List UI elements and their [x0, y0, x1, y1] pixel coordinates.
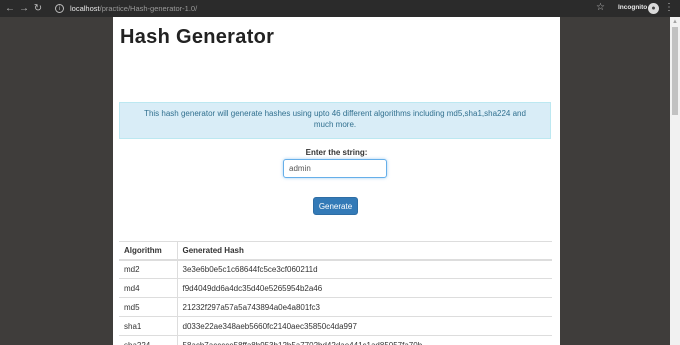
table-row: md5 21232f297a57a5a743894a0e4a801fc3: [119, 297, 552, 317]
scrollbar-thumb[interactable]: [672, 27, 678, 115]
algorithm-cell: md5: [119, 297, 178, 317]
algorithm-cell: sha1: [119, 316, 178, 336]
generate-button[interactable]: Generate: [313, 197, 358, 215]
address-bar[interactable]: i localhost/practice/Hash-generator-1.0/: [55, 2, 595, 15]
info-icon[interactable]: i: [55, 4, 64, 13]
hash-cell: 21232f297a57a5a743894a0e4a801fc3: [177, 297, 552, 317]
string-input[interactable]: admin: [283, 159, 387, 178]
url-path: /practice/Hash-generator-1.0/: [99, 4, 198, 13]
algorithm-cell: md2: [119, 259, 178, 279]
table-header-row: Algorithm Generated Hash: [119, 241, 552, 261]
header-algorithm: Algorithm: [119, 241, 178, 261]
bookmark-star-icon[interactable]: ☆: [596, 2, 605, 13]
algorithm-cell: sha224: [119, 335, 178, 345]
forward-icon[interactable]: →: [17, 0, 31, 17]
table-row: md4 f9d4049dd6a4dc35d40e5265954b2a46: [119, 278, 552, 298]
page-container: Hash Generator This hash generator will …: [113, 17, 560, 345]
hash-cell: 58acb7acccce58ffa8b953b12b5a7702bd42dae4…: [177, 335, 552, 345]
page-title: Hash Generator: [120, 26, 275, 48]
algorithm-cell: md4: [119, 278, 178, 298]
input-label: Enter the string:: [305, 148, 368, 157]
incognito-label: Incognito: [618, 4, 648, 11]
hash-cell: 3e3e6b0e5c1c68644fc5ce3cf060211d: [177, 259, 552, 279]
url-host: localhost: [70, 4, 100, 13]
hash-table: Algorithm Generated Hash md2 3e3e6b0e5c1…: [119, 241, 552, 345]
info-alert: This hash generator will generate hashes…: [119, 102, 551, 139]
hash-cell: d033e22ae348aeb5660fc2140aec35850c4da997: [177, 316, 552, 336]
table-row: sha1 d033e22ae348aeb5660fc2140aec35850c4…: [119, 316, 552, 336]
url-text: localhost/practice/Hash-generator-1.0/: [70, 4, 197, 13]
browser-toolbar: ← → ↻ i localhost/practice/Hash-generato…: [0, 0, 680, 17]
table-row: md2 3e3e6b0e5c1c68644fc5ce3cf060211d: [119, 259, 552, 279]
table-row: sha224 58acb7acccce58ffa8b953b12b5a7702b…: [119, 335, 552, 345]
reload-icon[interactable]: ↻: [31, 0, 45, 17]
scroll-up-icon[interactable]: ▲: [672, 19, 678, 25]
header-generated-hash: Generated Hash: [177, 241, 552, 261]
hash-cell: f9d4049dd6a4dc35d40e5265954b2a46: [177, 278, 552, 298]
browser-menu-icon[interactable]: ⋮: [664, 2, 674, 13]
back-icon[interactable]: ←: [3, 0, 17, 17]
incognito-icon[interactable]: ●: [648, 3, 659, 14]
